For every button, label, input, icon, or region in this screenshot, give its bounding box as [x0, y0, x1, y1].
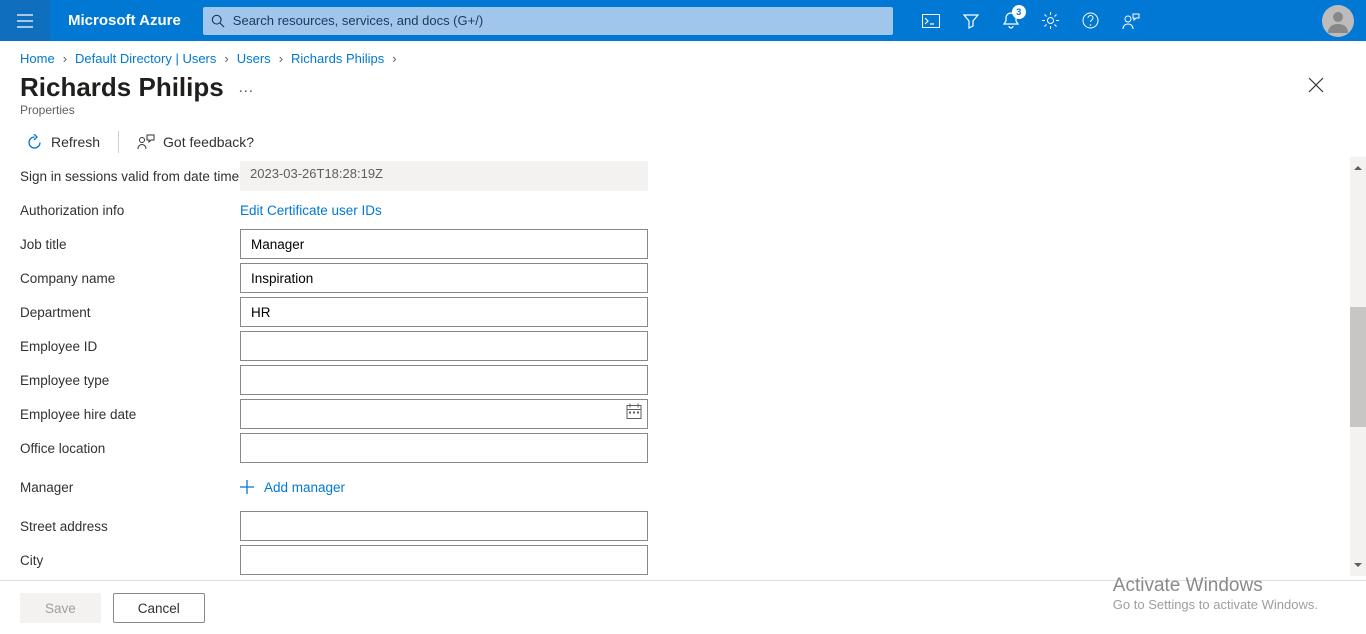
job-title-label: Job title: [20, 237, 240, 252]
chevron-icon: ›: [224, 51, 228, 66]
employee-type-input[interactable]: [240, 365, 648, 395]
calendar-icon: [626, 404, 642, 420]
company-input[interactable]: [240, 263, 648, 293]
chevron-icon: ›: [392, 51, 396, 66]
add-manager-button[interactable]: Add manager: [240, 480, 345, 495]
row-hire-date: Employee hire date: [20, 397, 1346, 431]
help-icon: [1082, 12, 1099, 29]
more-actions-button[interactable]: …: [238, 79, 254, 97]
toolbar-separator: [118, 131, 119, 153]
employee-type-label: Employee type: [20, 373, 240, 388]
chevron-icon: ›: [279, 51, 283, 66]
search-input[interactable]: [225, 13, 885, 28]
feedback-button[interactable]: Got feedback?: [137, 134, 254, 151]
city-label: City: [20, 553, 240, 568]
edit-certificate-link[interactable]: Edit Certificate user IDs: [240, 203, 382, 218]
directories-button[interactable]: [951, 0, 991, 41]
add-manager-label: Add manager: [264, 480, 345, 495]
close-icon: [1308, 77, 1324, 93]
person-feedback-icon: [137, 134, 155, 151]
hire-date-input[interactable]: [240, 399, 648, 429]
search-icon: [211, 14, 225, 28]
avatar-icon: [1326, 9, 1350, 33]
crumb-home[interactable]: Home: [20, 51, 55, 66]
scroll-thumb[interactable]: [1350, 307, 1366, 427]
employee-id-label: Employee ID: [20, 339, 240, 354]
street-input[interactable]: [240, 511, 648, 541]
form-area: Sign in sessions valid from date time 20…: [0, 157, 1366, 576]
chevron-icon: ›: [63, 51, 67, 66]
row-city: City: [20, 543, 1346, 576]
department-input[interactable]: [240, 297, 648, 327]
street-label: Street address: [20, 519, 240, 534]
authorization-label: Authorization info: [20, 203, 240, 218]
gear-icon: [1042, 12, 1059, 29]
city-input[interactable]: [240, 545, 648, 575]
department-label: Department: [20, 305, 240, 320]
refresh-label: Refresh: [51, 134, 100, 150]
crumb-user[interactable]: Richards Philips: [291, 51, 384, 66]
notifications-button[interactable]: 3: [991, 0, 1031, 41]
calendar-button[interactable]: [626, 404, 642, 425]
row-job-title: Job title: [20, 227, 1346, 261]
person-feedback-icon: [1122, 12, 1140, 30]
notification-badge: 3: [1012, 5, 1026, 19]
toolbar: Refresh Got feedback?: [0, 123, 1366, 157]
topbar-actions: 3: [911, 0, 1151, 41]
hamburger-icon: [17, 14, 33, 28]
help-button[interactable]: [1071, 0, 1111, 41]
cancel-button[interactable]: Cancel: [113, 593, 205, 623]
scroll-up-icon[interactable]: [1354, 159, 1362, 177]
refresh-button[interactable]: Refresh: [26, 134, 100, 151]
breadcrumb: Home › Default Directory | Users › Users…: [0, 41, 1366, 68]
office-label: Office location: [20, 441, 240, 456]
job-title-input[interactable]: [240, 229, 648, 259]
employee-id-input[interactable]: [240, 331, 648, 361]
manager-label: Manager: [20, 480, 240, 495]
plus-icon: [240, 480, 254, 494]
refresh-icon: [26, 134, 43, 151]
save-button[interactable]: Save: [20, 593, 101, 623]
row-employee-type: Employee type: [20, 363, 1346, 397]
row-department: Department: [20, 295, 1346, 329]
row-company: Company name: [20, 261, 1346, 295]
page-subtitle: Properties: [0, 103, 1366, 123]
signin-sessions-label: Sign in sessions valid from date time: [20, 169, 240, 184]
global-search[interactable]: [203, 7, 893, 35]
page-title: Richards Philips: [20, 72, 224, 103]
crumb-directory[interactable]: Default Directory | Users: [75, 51, 216, 66]
filter-icon: [963, 13, 979, 29]
feedback-button[interactable]: [1111, 0, 1151, 41]
row-authorization: Authorization info Edit Certificate user…: [20, 193, 1346, 227]
office-input[interactable]: [240, 433, 648, 463]
footer: Save Cancel: [0, 580, 1366, 634]
cloud-shell-button[interactable]: [911, 0, 951, 41]
scroll-down-icon[interactable]: [1354, 556, 1362, 574]
brand-label: Microsoft Azure: [50, 12, 199, 29]
close-button[interactable]: [1308, 77, 1324, 98]
row-employee-id: Employee ID: [20, 329, 1346, 363]
account-avatar[interactable]: [1322, 5, 1354, 37]
page-header: Richards Philips …: [0, 68, 1366, 103]
company-label: Company name: [20, 271, 240, 286]
hire-date-label: Employee hire date: [20, 407, 240, 422]
signin-sessions-value: 2023-03-26T18:28:19Z: [240, 161, 648, 191]
crumb-users[interactable]: Users: [237, 51, 271, 66]
topbar: Microsoft Azure 3: [0, 0, 1366, 41]
row-street: Street address: [20, 509, 1346, 543]
row-manager: Manager Add manager: [20, 465, 1346, 509]
cloud-shell-icon: [922, 14, 940, 28]
settings-button[interactable]: [1031, 0, 1071, 41]
row-signin-sessions: Sign in sessions valid from date time 20…: [20, 159, 1346, 193]
scrollbar[interactable]: [1350, 157, 1366, 576]
hamburger-menu-button[interactable]: [0, 0, 50, 41]
feedback-label: Got feedback?: [163, 134, 254, 150]
row-office: Office location: [20, 431, 1346, 465]
